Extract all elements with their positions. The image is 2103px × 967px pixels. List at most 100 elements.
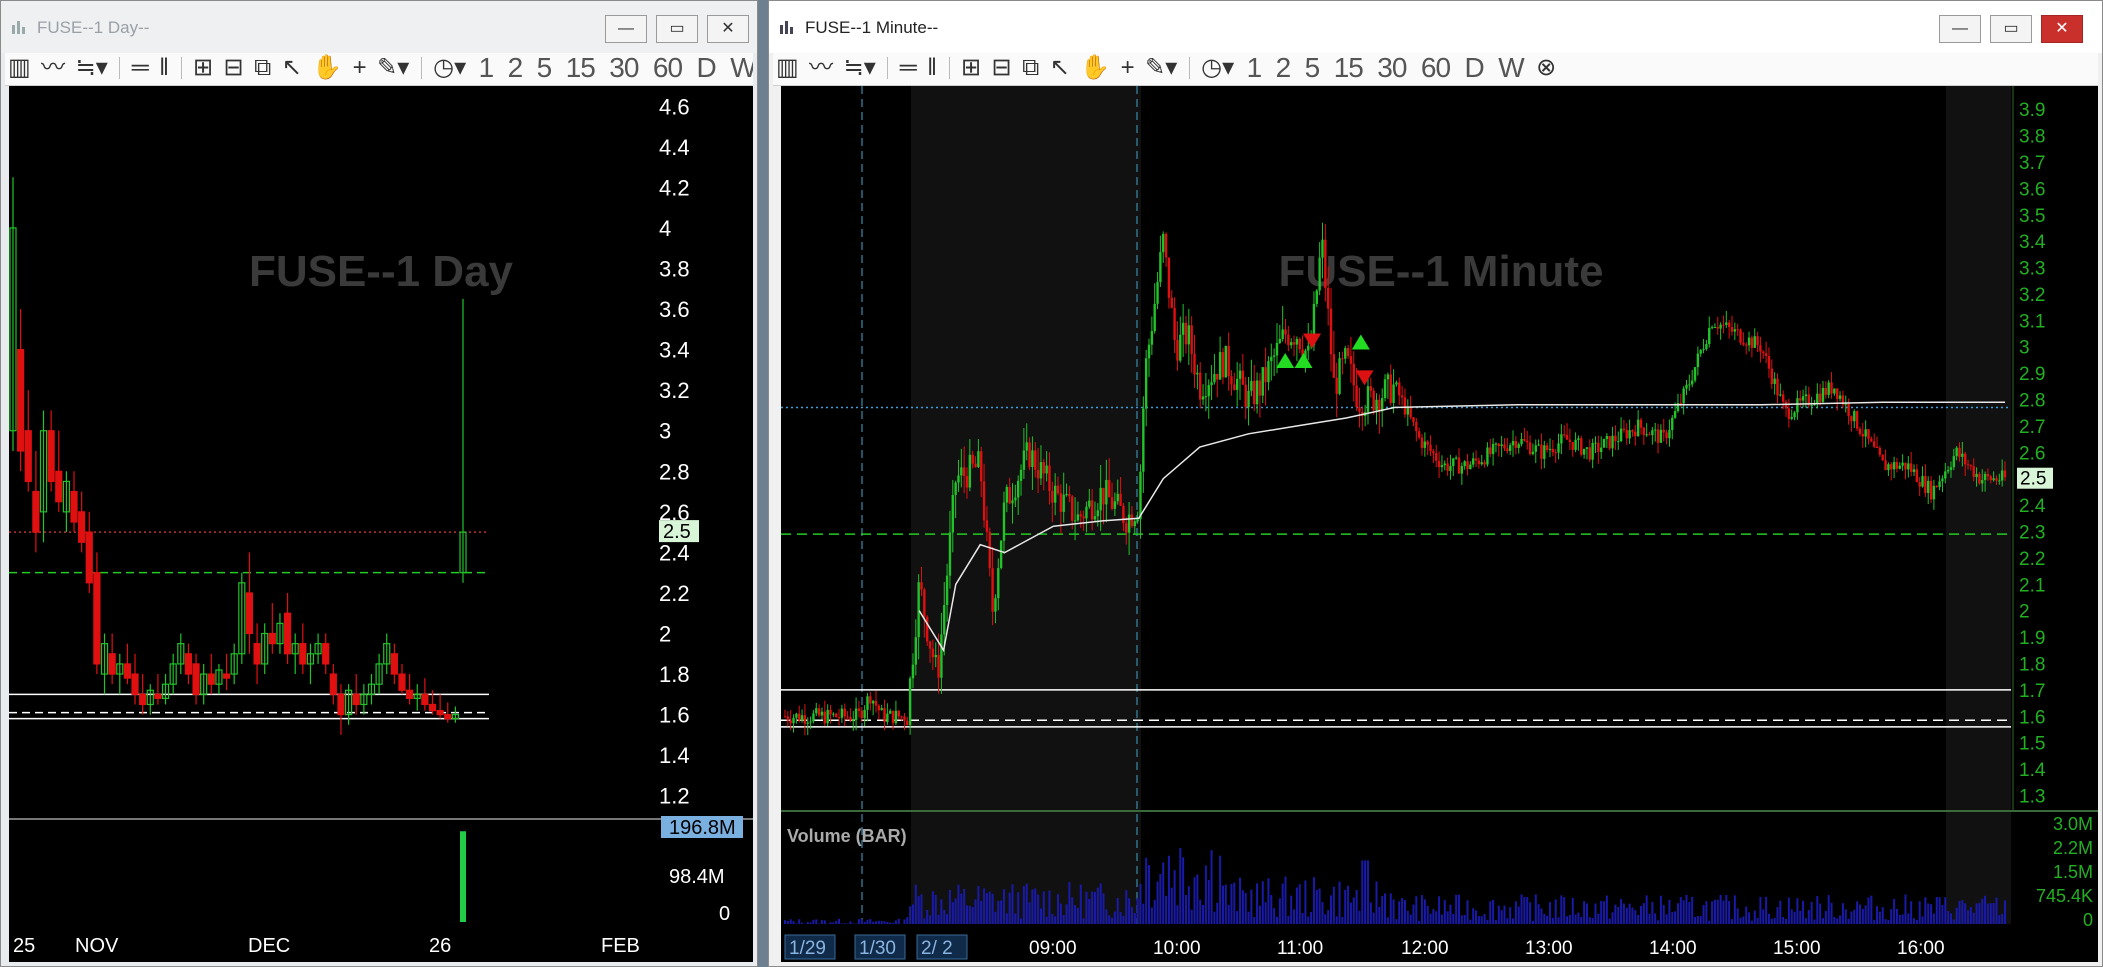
volume-bar (1657, 920, 1660, 924)
volume-bar (1398, 901, 1401, 924)
price-tick-label: 2 (659, 622, 671, 647)
interval-1[interactable]: 1 (474, 53, 499, 83)
candle-body (1793, 412, 1796, 418)
candle-body (1816, 393, 1819, 404)
close-circle-icon[interactable]: ⊗ (1533, 53, 1559, 83)
maximize-button[interactable]: ▭ (656, 15, 698, 43)
candle-body (1270, 356, 1273, 362)
interval-60[interactable]: 60 (1416, 53, 1455, 83)
price-tick-label: 3.2 (659, 378, 690, 403)
daily-chart-svg[interactable]: FUSE--1 Day 4.6 4.4 4.2 4 3.8 3.6 3.4 3.2 3 2.8 2.… (9, 86, 753, 962)
volume-bar (1256, 883, 1259, 924)
cursor-arrow-icon[interactable]: ↖ (1047, 53, 1073, 83)
candle-body (390, 653, 398, 675)
volume-bar (1767, 913, 1770, 924)
candle-body (1955, 447, 1958, 457)
close-button[interactable]: ✕ (707, 15, 749, 43)
studies-icon[interactable]: 〰 (806, 53, 836, 83)
volume-bar (1349, 902, 1352, 924)
crosshair-icon[interactable]: + (350, 53, 370, 83)
volume-bar (1233, 882, 1236, 924)
cursor-arrow-icon[interactable]: ↖ (279, 53, 305, 83)
candle-body (1105, 479, 1108, 505)
interval-day[interactable]: D (1460, 53, 1489, 83)
candle-body (1170, 297, 1173, 308)
chart-type-icon[interactable]: ▥ (5, 53, 34, 83)
candle-body (1568, 439, 1572, 443)
candle-body (1227, 345, 1230, 377)
maximize-button[interactable]: ▭ (1990, 15, 2032, 43)
study-menu-icon[interactable]: ≒▾ (73, 53, 111, 83)
interval-1[interactable]: 1 (1242, 53, 1267, 83)
close-button[interactable]: ✕ (2041, 15, 2083, 43)
clock-interval-icon[interactable]: ◷▾ (1198, 53, 1237, 83)
volume-bar (1307, 916, 1310, 924)
interval-15[interactable]: 15 (561, 53, 600, 83)
horizontal-line-icon[interactable]: ═ (129, 53, 152, 83)
toolbar-separator (1188, 57, 1190, 79)
crosshair-icon[interactable]: + (1118, 53, 1138, 83)
interval-15[interactable]: 15 (1329, 53, 1368, 83)
zoom-fit-icon[interactable]: ⧉ (1019, 53, 1042, 83)
zoom-in-icon[interactable]: ⊞ (958, 53, 984, 83)
volume-bar (852, 923, 855, 924)
minimize-button[interactable]: — (605, 15, 647, 43)
toolbar-separator (887, 57, 889, 79)
hand-pan-icon[interactable]: ✋ (309, 53, 345, 83)
zoom-in-icon[interactable]: ⊞ (190, 53, 216, 83)
minute-time-axis[interactable]: 1/29 1/30 2/ 2 09:00 10:00 11:00 12:00 13:00 14:… (784, 934, 1945, 960)
candle-body (1326, 287, 1330, 309)
interval-week[interactable]: W (1493, 53, 1528, 83)
minute-price-axis[interactable]: 3.9 3.8 3.7 3.6 3.5 3.4 3.3 3.2 3.1 3 2.9 2.8 2.7 2.6… (2012, 86, 2053, 810)
volume-bar (1523, 897, 1526, 924)
minute-chart-svg[interactable]: FUSE--1 Minute 3.93.83.73.63.53.43.33.23… (781, 86, 2098, 962)
zoom-fit-icon[interactable]: ⧉ (251, 53, 274, 83)
candle-body (860, 710, 863, 718)
minimize-button[interactable]: — (1939, 15, 1981, 43)
candle-body (1486, 447, 1489, 465)
minute-window-titlebar[interactable]: FUSE--1 Minute-- — ▭ ✕ (769, 1, 2102, 53)
interval-2[interactable]: 2 (503, 53, 528, 83)
candle-body (1062, 494, 1065, 512)
chart-type-icon[interactable]: ▥ (773, 53, 802, 83)
candle-body (1773, 378, 1776, 385)
candle-body (1540, 444, 1543, 459)
minute-chart-area[interactable]: FUSE--1 Minute 3.9 3.8 3.7 3.6 3.5 3.4 3.3 3.2 3… (781, 86, 2098, 962)
zoom-out-icon[interactable]: ⊟ (989, 53, 1015, 83)
pencil-draw-icon[interactable]: ✎▾ (374, 53, 412, 83)
interval-30[interactable]: 30 (604, 53, 643, 83)
pencil-draw-icon[interactable]: ✎▾ (1142, 53, 1180, 83)
daily-chart-area[interactable]: FUSE--1 Day 4.6 4.4 4.2 4 3.8 3.6 3.4 3.2 3 2.8 2.… (9, 86, 753, 962)
interval-week[interactable]: W (725, 53, 753, 83)
vertical-line-icon[interactable]: ‖ (924, 53, 940, 83)
interval-5[interactable]: 5 (1300, 53, 1325, 83)
studies-icon[interactable]: 〰 (38, 53, 68, 83)
candle-body (1420, 437, 1424, 448)
candle-body (1068, 494, 1071, 497)
horizontal-line-icon[interactable]: ═ (897, 53, 920, 83)
hand-pan-icon[interactable]: ✋ (1077, 53, 1113, 83)
candle-body (1449, 466, 1452, 471)
interval-2[interactable]: 2 (1271, 53, 1296, 83)
daily-price-axis[interactable]: 4.64.44.243.83.63.43.232.82.62.42.221.81… (659, 94, 699, 809)
price-tick-label: 1.7 (2019, 681, 2045, 702)
interval-60[interactable]: 60 (648, 53, 687, 83)
minute-pane-divider[interactable] (781, 810, 2098, 812)
daily-window-titlebar[interactable]: FUSE--1 Day-- — ▭ ✕ (1, 1, 757, 53)
interval-30[interactable]: 30 (1372, 53, 1411, 83)
interval-day[interactable]: D (692, 53, 721, 83)
daily-pane-divider[interactable] (9, 818, 753, 820)
candle-body (1341, 358, 1344, 360)
volume-bar (1005, 913, 1008, 924)
candle-body (1602, 439, 1606, 448)
candle-body (1858, 428, 1862, 434)
study-menu-icon[interactable]: ≒▾ (841, 53, 879, 83)
vertical-line-icon[interactable]: ‖ (156, 53, 172, 83)
clock-interval-icon[interactable]: ◷▾ (430, 53, 469, 83)
candle-body (1176, 339, 1179, 361)
zoom-out-icon[interactable]: ⊟ (221, 53, 247, 83)
interval-5[interactable]: 5 (532, 53, 557, 83)
volume-bar (1150, 907, 1153, 924)
volume-bar (1065, 904, 1068, 924)
volume-bar (1944, 897, 1947, 924)
